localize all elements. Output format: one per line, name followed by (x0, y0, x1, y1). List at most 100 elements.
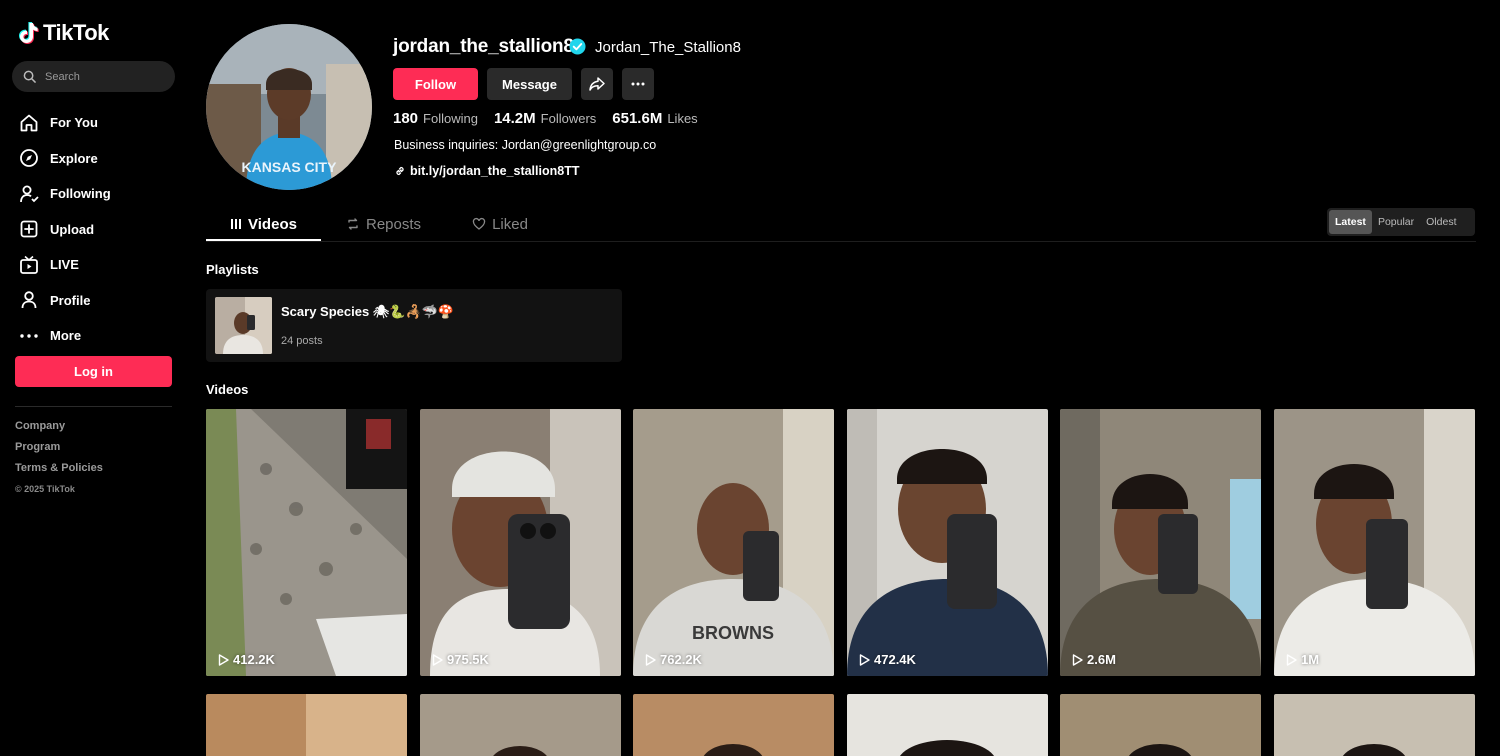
video-thumbnail-image (420, 694, 621, 756)
video-thumbnail[interactable] (633, 694, 834, 756)
play-icon (1286, 653, 1297, 666)
footer-link-company[interactable]: Company (15, 420, 103, 441)
video-thumbnail-image (847, 409, 1048, 676)
tiktok-logo[interactable]: TikTok (18, 20, 109, 46)
video-view-count: 2.6M (1072, 652, 1116, 667)
profile-link-text: bit.ly/jordan_the_stallion8TT (410, 164, 580, 178)
main-nav: For You Explore Following Upload LIVE Pr… (18, 105, 111, 354)
sort-option-popular[interactable]: Popular (1372, 210, 1420, 234)
search-icon (23, 70, 36, 83)
video-thumbnail[interactable]: 472.4K (847, 409, 1048, 676)
tab-videos-label: Videos (248, 215, 297, 233)
nav-item-following[interactable]: Following (18, 176, 111, 212)
video-thumbnail[interactable]: BROWNS 762.2K (633, 409, 834, 676)
stat-likes: 651.6M Likes (612, 110, 697, 128)
sidebar: TikTok For You Explore Following (0, 0, 190, 756)
profile-stats: 180 Following 14.2M Followers 651.6M Likes (393, 110, 698, 128)
sort-option-oldest[interactable]: Oldest (1420, 210, 1462, 234)
play-icon (645, 653, 656, 666)
video-thumbnail[interactable] (206, 694, 407, 756)
video-thumbnail[interactable] (1060, 694, 1261, 756)
brand-name: TikTok (43, 20, 109, 45)
nav-item-upload[interactable]: Upload (18, 212, 111, 248)
nav-label: Following (50, 186, 111, 202)
video-views-text: 2.6M (1087, 652, 1116, 667)
video-thumbnail[interactable]: 1M (1274, 409, 1475, 676)
video-thumbnail[interactable]: 975.5K (420, 409, 621, 676)
stat-followers-label: Followers (540, 111, 597, 126)
video-thumbnail-image (633, 694, 834, 756)
nav-item-for-you[interactable]: For You (18, 105, 111, 141)
video-view-count: 1M (1286, 652, 1319, 667)
search-input[interactable] (45, 70, 165, 83)
footer-link-terms[interactable]: Terms & Policies (15, 462, 103, 483)
login-button[interactable]: Log in (15, 356, 172, 387)
avatar-image: KANSAS CITY (206, 24, 372, 190)
playlist-thumbnail (215, 297, 272, 354)
following-icon (18, 183, 39, 204)
message-button[interactable]: Message (487, 68, 572, 100)
tab-videos[interactable]: Videos (206, 207, 321, 241)
play-icon (432, 653, 443, 666)
nav-label: For You (50, 115, 98, 131)
playlist-title: Scary Species 🕷🐍🦂🦈🍄 (281, 304, 455, 319)
stat-following-value: 180 (393, 110, 419, 127)
share-button[interactable] (581, 68, 613, 100)
copyright: © 2025 TikTok (15, 484, 75, 494)
share-icon (589, 77, 605, 91)
stat-likes-value: 651.6M (612, 110, 663, 127)
grid-icon (231, 219, 242, 229)
video-views-text: 412.2K (233, 652, 275, 667)
sidebar-footer: Company Program Terms & Policies © 2025 … (15, 420, 103, 494)
search-bar[interactable] (12, 61, 175, 92)
video-thumbnail[interactable] (1274, 694, 1475, 756)
playlist-count: 24 posts (281, 335, 323, 347)
play-icon (218, 653, 229, 666)
profile-bio: Business inquiries: Jordan@greenlightgro… (394, 138, 657, 152)
more-icon (18, 325, 39, 346)
more-dots-icon (631, 82, 645, 86)
stat-following[interactable]: 180 Following (393, 110, 478, 128)
video-thumbnail[interactable]: 412.2K (206, 409, 407, 676)
profile-icon (18, 290, 39, 311)
video-thumbnail-image (1274, 409, 1475, 676)
liked-heart-icon (472, 217, 486, 230)
videos-heading: Videos (206, 382, 249, 397)
video-thumbnail[interactable]: 2.6M (1060, 409, 1261, 676)
stat-followers-value: 14.2M (493, 110, 536, 127)
stat-followers[interactable]: 14.2M Followers (494, 110, 596, 128)
nav-item-profile[interactable]: Profile (18, 283, 111, 319)
video-thumbnail-image: BROWNS (633, 409, 834, 676)
video-thumbnail-image (206, 409, 407, 676)
sidebar-divider (15, 406, 172, 407)
tab-reposts[interactable]: Reposts (322, 207, 445, 241)
active-tab-indicator (206, 239, 321, 241)
video-view-count: 975.5K (432, 652, 489, 667)
video-thumbnail[interactable] (847, 694, 1048, 756)
sort-option-latest[interactable]: Latest (1329, 210, 1372, 234)
follow-button[interactable]: Follow (393, 68, 478, 100)
profile-username: jordan_the_stallion8 (393, 36, 574, 57)
nav-item-live[interactable]: LIVE (18, 247, 111, 283)
sort-toggle: Latest Popular Oldest (1327, 208, 1475, 236)
more-options-button[interactable] (622, 68, 654, 100)
nav-item-explore[interactable]: Explore (18, 141, 111, 177)
video-thumbnail-image (1060, 409, 1261, 676)
avatar-shirt-text: KANSAS CITY (242, 159, 338, 175)
stat-likes-label: Likes (667, 111, 698, 126)
video-thumbnail[interactable] (420, 694, 621, 756)
nav-item-more[interactable]: More (18, 318, 111, 354)
compass-icon (18, 148, 39, 169)
live-icon (18, 254, 39, 275)
profile-nickname: Jordan_The_Stallion8 (595, 39, 741, 56)
footer-link-program[interactable]: Program (15, 441, 103, 462)
tab-reposts-label: Reposts (365, 215, 422, 233)
playlist-card[interactable]: Scary Species 🕷🐍🦂🦈🍄 24 posts (206, 289, 622, 362)
nav-label: Profile (50, 292, 91, 308)
video-views-text: 975.5K (447, 652, 489, 667)
profile-link[interactable]: bit.ly/jordan_the_stallion8TT (394, 164, 579, 178)
link-icon (396, 166, 404, 176)
video-views-text: 762.2K (660, 652, 702, 667)
tab-liked-label: Liked (492, 215, 528, 233)
tab-liked[interactable]: Liked (445, 207, 555, 241)
